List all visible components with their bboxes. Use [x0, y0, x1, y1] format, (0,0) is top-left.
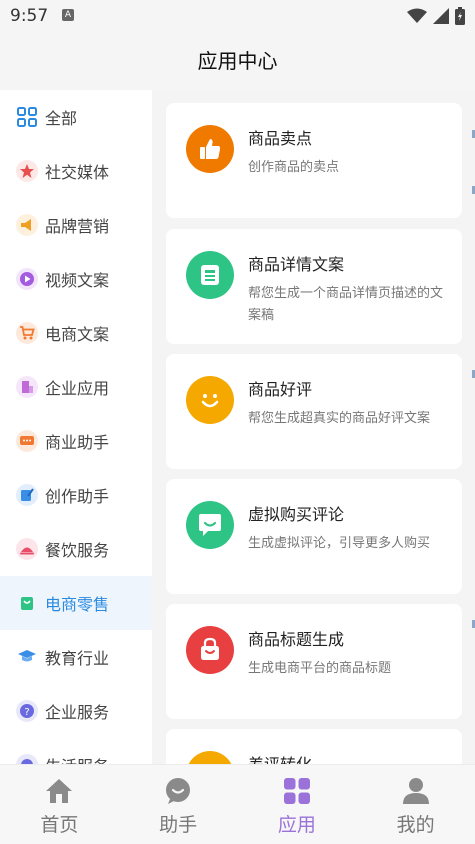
- app-card-good-review[interactable]: 商品好评 帮您生成超真实的商品好评文案: [166, 354, 462, 469]
- sidebar-item-label: 企业服务: [45, 703, 110, 722]
- svg-text:?: ?: [24, 707, 29, 718]
- signal-icon: [433, 8, 449, 24]
- tab-label: 我的: [396, 814, 435, 836]
- category-sidebar[interactable]: 全部 社交媒体 品牌营销 视频文案 电商文案 企业应用 商业助手 创作助手 餐饮…: [0, 90, 152, 764]
- bottom-tab-bar: 首页 助手 应用 我的: [0, 764, 475, 844]
- sidebar-item-label: 创作助手: [45, 487, 110, 506]
- app-card-selling-points[interactable]: 商品卖点 创作商品的卖点: [166, 103, 462, 218]
- app-card-title: 商品卖点: [248, 129, 313, 148]
- sidebar-item-label: 生活服务: [45, 753, 109, 764]
- app-card-desc: 生成电商平台的商品标题: [248, 661, 392, 676]
- megaphone-icon: [16, 214, 38, 236]
- thumbs-up-icon: [186, 125, 234, 173]
- sidebar-item-label: 全部: [45, 109, 78, 128]
- sidebar-item-label: 电商文案: [45, 325, 110, 344]
- sidebar-item-creation-assistant[interactable]: 创作助手: [0, 468, 152, 522]
- building-icon: [16, 376, 38, 398]
- document-icon: [186, 251, 234, 299]
- tab-apps[interactable]: 应用: [238, 765, 357, 844]
- tab-assistant[interactable]: 助手: [119, 765, 238, 844]
- app-card-desc: 帮您生成一个商品详情页描述的文案稿: [248, 286, 444, 323]
- dish-icon: [16, 538, 38, 560]
- tab-label: 助手: [159, 814, 198, 836]
- sidebar-item-label: 教育行业: [45, 649, 110, 668]
- tab-home[interactable]: 首页: [0, 765, 119, 844]
- app-card-title: 商品标题生成: [248, 630, 345, 649]
- app-card-title: 商品详情文案: [248, 255, 345, 274]
- status-icons: [407, 7, 465, 25]
- sidebar-item-label: 视频文案: [45, 271, 110, 290]
- notification-icon: A: [62, 9, 74, 21]
- sidebar-item-catering[interactable]: 餐饮服务: [0, 522, 152, 576]
- question-icon: ?: [16, 700, 38, 722]
- tab-label: 首页: [40, 814, 79, 836]
- status-bar: 9:57 A: [0, 0, 475, 32]
- chat-bubble-icon: [186, 501, 234, 549]
- star-icon: [16, 160, 38, 182]
- life-icon: [16, 754, 38, 764]
- sidebar-item-label: 餐饮服务: [45, 541, 110, 560]
- sidebar-item-enterprise-apps[interactable]: 企业应用: [0, 360, 152, 414]
- sidebar-item-enterprise-services[interactable]: ? 企业服务: [0, 684, 152, 738]
- app-card-bad-review-conversion[interactable]: 差评转化: [166, 729, 462, 764]
- battery-icon: [455, 7, 465, 25]
- sidebar-item-ecommerce-copy[interactable]: 电商文案: [0, 306, 152, 360]
- app-card-desc: 创作商品的卖点: [248, 160, 340, 175]
- app-card-title-generator[interactable]: 商品标题生成 生成电商平台的商品标题: [166, 604, 462, 719]
- sidebar-item-life-services[interactable]: 生活服务: [0, 738, 152, 764]
- sidebar-item-label: 企业应用: [45, 379, 110, 398]
- page-header: 应用中心: [0, 32, 475, 90]
- app-card-title: 虚拟购买评论: [248, 505, 345, 524]
- bag-icon: [16, 592, 38, 614]
- app-card-title: 差评转化: [248, 751, 312, 764]
- shopping-bag-icon: [186, 626, 234, 674]
- app-card-virtual-review[interactable]: 虚拟购买评论 生成虚拟评论，引导更多人购买: [166, 479, 462, 594]
- tab-profile[interactable]: 我的: [356, 765, 475, 844]
- sidebar-item-brand-marketing[interactable]: 品牌营销: [0, 198, 152, 252]
- app-list: 商品卖点 创作商品的卖点 商品详情文案 帮您生成一个商品详情页描述的文案稿 商品…: [152, 90, 475, 764]
- profile-icon: [401, 776, 431, 806]
- sidebar-item-label: 品牌营销: [45, 217, 110, 236]
- app-card-detail-copy[interactable]: 商品详情文案 帮您生成一个商品详情页描述的文案稿: [166, 229, 462, 344]
- home-icon: [44, 776, 74, 806]
- play-icon: [16, 268, 38, 290]
- page-title: 应用中心: [197, 49, 278, 73]
- pen-icon: [16, 484, 38, 506]
- grid-icon: [16, 106, 38, 128]
- tab-label: 应用: [277, 814, 316, 836]
- app-card-title: 商品好评: [248, 380, 313, 399]
- sidebar-item-video-copy[interactable]: 视频文案: [0, 252, 152, 306]
- app-card-desc: 帮您生成超真实的商品好评文案: [248, 411, 431, 426]
- chat-icon: [16, 430, 38, 452]
- sidebar-item-ecommerce-retail[interactable]: 电商零售: [0, 576, 152, 630]
- wifi-icon: [407, 8, 427, 23]
- sidebar-item-label: 电商零售: [45, 595, 110, 614]
- smile-icon: [186, 376, 234, 424]
- apps-icon: [282, 776, 312, 806]
- sidebar-item-social[interactable]: 社交媒体: [0, 144, 152, 198]
- sidebar-item-label: 社交媒体: [45, 163, 110, 182]
- assistant-icon: [163, 776, 193, 806]
- sidebar-item-label: 商业助手: [45, 433, 110, 452]
- sidebar-item-business-assistant[interactable]: 商业助手: [0, 414, 152, 468]
- sidebar-item-all[interactable]: 全部: [0, 90, 152, 144]
- app-card-desc: 生成虚拟评论，引导更多人购买: [248, 536, 431, 551]
- partial-icon: [186, 751, 234, 764]
- status-time: 9:57: [10, 6, 49, 26]
- cap-icon: [16, 646, 38, 668]
- cart-icon: [16, 322, 38, 344]
- sidebar-item-education[interactable]: 教育行业: [0, 630, 152, 684]
